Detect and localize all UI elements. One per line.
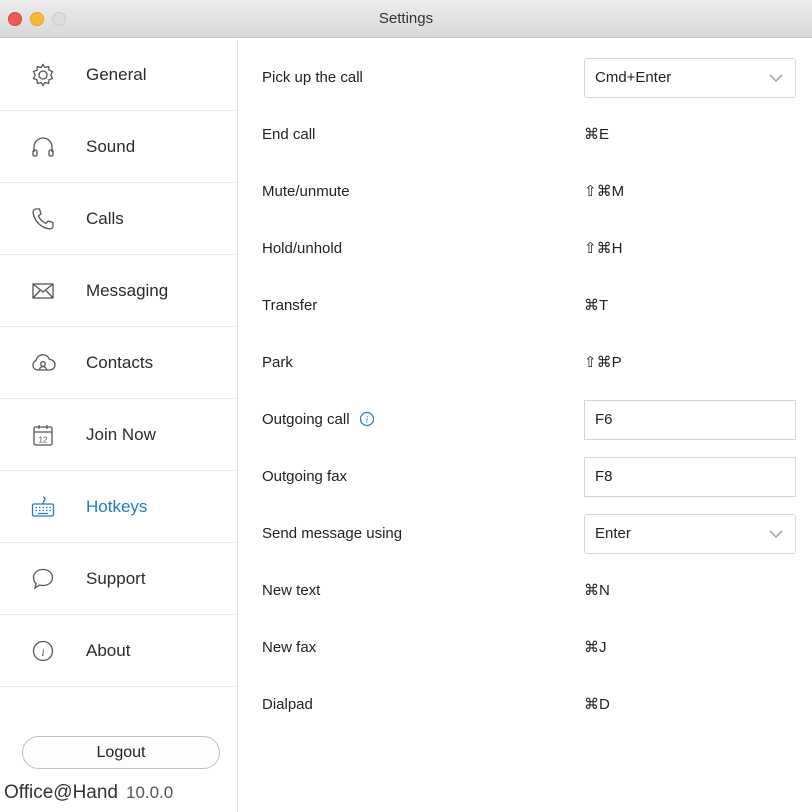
hotkey-value: ⇧⌘M — [584, 183, 625, 200]
logout-button[interactable]: Logout — [22, 736, 220, 769]
brand-name: Office@Hand — [4, 782, 118, 803]
sidebar-item-label: General — [86, 65, 147, 84]
sidebar-item-calls[interactable]: Calls — [0, 183, 237, 255]
sidebar-item-general[interactable]: General — [0, 39, 237, 111]
hotkey-value: ⌘J — [584, 639, 607, 656]
hotkey-label: Send message using — [262, 525, 403, 542]
sidebar-item-label: Messaging — [86, 281, 169, 300]
hotkey-row-outgoing-call: Outgoing call i F6 — [238, 391, 812, 449]
hotkey-label: Dialpad — [262, 696, 313, 713]
hotkey-value: ⌘T — [584, 297, 609, 314]
hotkey-label: Park — [262, 354, 293, 371]
svg-text:i: i — [365, 415, 368, 425]
select-value: Cmd+Enter — [595, 69, 672, 86]
sidebar: General Sound Calls Messaging Contacts 1… — [0, 39, 238, 812]
title-bar: Settings — [0, 0, 812, 38]
app-version: 10.0.0 — [126, 783, 174, 802]
hotkey-label: Outgoing call — [262, 411, 350, 428]
hotkey-label: New text — [262, 582, 321, 599]
hotkey-row-mute: Mute/unmute ⇧⌘M — [238, 163, 812, 221]
hotkey-row-transfer: Transfer ⌘T — [238, 277, 812, 335]
sidebar-item-label: Support — [86, 569, 146, 588]
sidebar-item-support[interactable]: Support — [0, 543, 237, 615]
hotkey-row-new-text: New text ⌘N — [238, 562, 812, 620]
info-icon[interactable]: i — [359, 411, 375, 427]
hotkey-label: Pick up the call — [262, 69, 363, 86]
hotkey-row-hold: Hold/unhold ⇧⌘H — [238, 220, 812, 278]
select-value: Enter — [595, 525, 631, 542]
input-value: F8 — [595, 468, 613, 485]
hotkey-label: End call — [262, 126, 316, 143]
outgoing-fax-input[interactable]: F8 — [584, 457, 796, 497]
hotkey-row-park: Park ⇧⌘P — [238, 334, 812, 392]
sidebar-item-messaging[interactable]: Messaging — [0, 255, 237, 327]
hotkey-value: ⌘N — [584, 582, 610, 599]
headphones-icon — [30, 134, 56, 160]
hotkey-row-pick-up-call: Pick up the call Cmd+Enter — [238, 49, 812, 107]
sidebar-item-label: Calls — [86, 209, 124, 228]
window-title: Settings — [378, 10, 434, 27]
send-message-select[interactable]: Enter — [584, 514, 796, 554]
hotkey-row-new-fax: New fax ⌘J — [238, 619, 812, 677]
chat-bubble-icon — [30, 566, 56, 592]
hotkey-label: New fax — [262, 639, 317, 656]
hotkeys-panel: Pick up the call Cmd+Enter End call ⌘E M… — [238, 39, 812, 812]
chevron-down-icon — [769, 530, 783, 538]
sidebar-item-label: Join Now — [86, 425, 156, 444]
hotkey-label: Outgoing fax — [262, 468, 348, 485]
hotkey-value: ⇧⌘H — [584, 240, 623, 257]
hotkey-label: Mute/unmute — [262, 183, 350, 200]
sidebar-item-hotkeys[interactable]: Hotkeys — [0, 471, 237, 543]
svg-text:12: 12 — [39, 436, 48, 445]
hotkey-row-end-call: End call ⌘E — [238, 106, 812, 164]
hotkey-row-outgoing-fax: Outgoing fax F8 — [238, 448, 812, 506]
svg-text:i: i — [41, 645, 44, 659]
hotkey-row-dialpad: Dialpad ⌘D — [238, 676, 812, 734]
keyboard-icon — [30, 494, 56, 520]
sidebar-item-contacts[interactable]: Contacts — [0, 327, 237, 399]
envelope-icon — [30, 278, 56, 304]
sidebar-item-join-now[interactable]: 12 Join Now — [0, 399, 237, 471]
sidebar-item-sound[interactable]: Sound — [0, 111, 237, 183]
hotkey-value: ⌘D — [584, 696, 610, 713]
hotkey-row-send-message: Send message using Enter — [238, 505, 812, 563]
info-icon: i — [30, 638, 56, 664]
chevron-down-icon — [769, 74, 783, 82]
hotkey-label: Transfer — [262, 297, 318, 314]
hotkey-value: ⌘E — [584, 126, 610, 143]
pick-up-call-select[interactable]: Cmd+Enter — [584, 58, 796, 98]
hotkey-value: ⇧⌘P — [584, 354, 622, 371]
hotkey-label-wrap: Outgoing call i — [262, 391, 375, 449]
calendar-icon: 12 — [30, 422, 56, 448]
input-value: F6 — [595, 411, 613, 428]
sidebar-item-label: About — [86, 641, 131, 660]
sidebar-item-label: Contacts — [86, 353, 154, 372]
app-footer: Office@Hand 10.0.0 — [4, 782, 173, 804]
sidebar-item-label: Hotkeys — [86, 497, 148, 516]
gear-icon — [30, 62, 56, 88]
sidebar-item-label: Sound — [86, 137, 136, 156]
sidebar-item-about[interactable]: i About — [0, 615, 237, 687]
phone-icon — [30, 206, 56, 232]
outgoing-call-input[interactable]: F6 — [584, 400, 796, 440]
cloud-contacts-icon — [30, 350, 56, 376]
hotkey-label: Hold/unhold — [262, 240, 343, 257]
